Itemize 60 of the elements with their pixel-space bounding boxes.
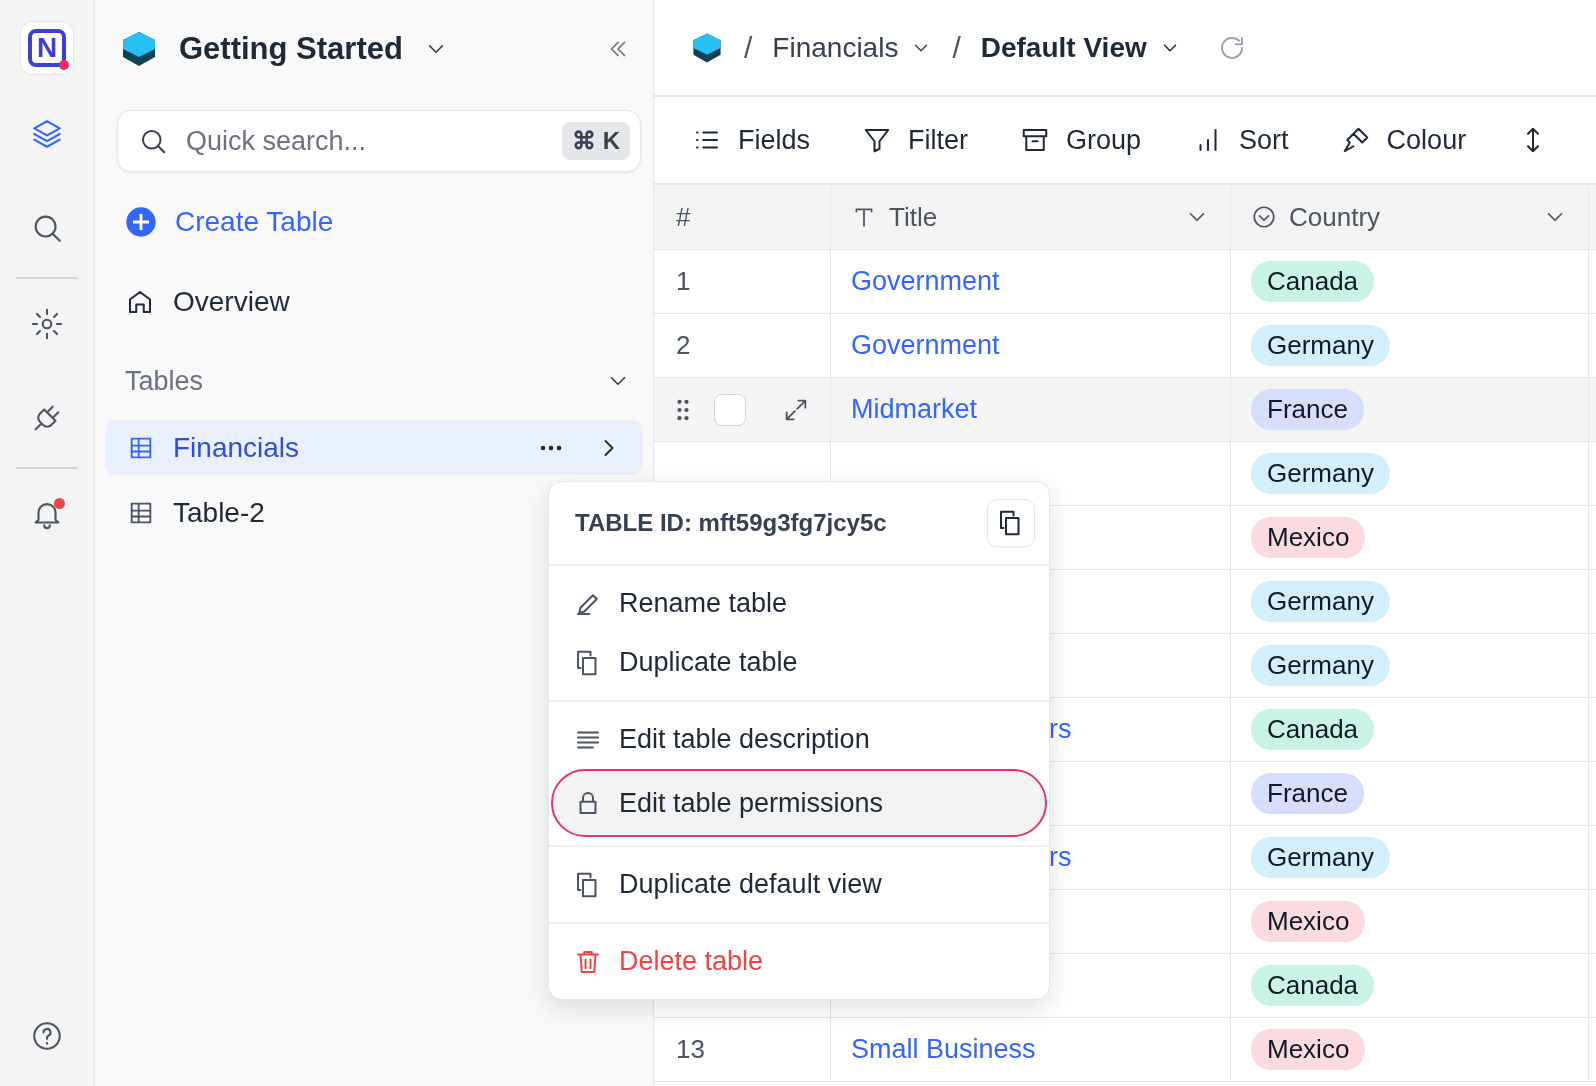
country-tag: France (1251, 389, 1364, 430)
country-tag: Mexico (1251, 901, 1366, 942)
title-link[interactable]: rs (1049, 714, 1072, 745)
menu-item[interactable]: Delete table (553, 932, 1045, 991)
toolbar-button[interactable]: Colour (1340, 124, 1467, 156)
hovered-row[interactable]: Midmarket France (654, 378, 1596, 442)
column-title: Country (1289, 201, 1381, 233)
column-header[interactable]: Title (831, 185, 1231, 249)
breadcrumb-item[interactable]: Default View (980, 31, 1181, 64)
row-number: 13 (676, 1034, 705, 1065)
menu-item[interactable]: Rename table (553, 574, 1045, 633)
country-tag: Canada (1251, 965, 1375, 1006)
app-logo[interactable]: N (21, 22, 73, 74)
search-field[interactable]: Quick search... ⌘ K (117, 110, 641, 172)
table-id: TABLE ID: mft59g3fg7jcy5c (575, 509, 887, 537)
table-item[interactable]: Financials (105, 420, 643, 475)
country-tag: Germany (1251, 325, 1390, 366)
country-tag: Canada (1251, 709, 1375, 750)
country-tag: Mexico (1251, 517, 1366, 558)
country-tag: Mexico (1251, 1029, 1366, 1070)
country-tag: Germany (1251, 645, 1390, 686)
title-link[interactable]: Small Business (851, 1034, 1036, 1065)
row-checkbox[interactable] (714, 393, 746, 426)
toolbar-button[interactable]: Filter (862, 124, 969, 156)
toolbar-button[interactable]: Group (1020, 124, 1142, 156)
breadcrumb-separator: / (952, 30, 961, 65)
breadcrumb-item[interactable]: Financials (772, 31, 933, 64)
title-link[interactable]: Government (851, 266, 1000, 297)
country-tag: Germany (1251, 581, 1390, 622)
workspace-title[interactable]: Getting Started (179, 31, 403, 67)
menu-item[interactable]: Duplicate default view (553, 855, 1045, 914)
overview-link[interactable]: Overview (105, 262, 643, 342)
menu-item[interactable]: Edit table description (553, 710, 1045, 769)
search-input[interactable]: Quick search... (184, 120, 546, 162)
breadcrumb-separator: / (744, 30, 753, 65)
copy-button[interactable] (987, 499, 1035, 547)
column-header[interactable]: # (654, 185, 831, 249)
country-tag: Germany (1251, 837, 1390, 878)
menu-item[interactable]: Duplicate table (553, 633, 1045, 692)
plus-icon (125, 206, 157, 238)
row-number: 2 (676, 330, 691, 361)
title-link[interactable]: Midmarket (851, 394, 978, 425)
column-title: # (676, 201, 691, 233)
shortcut-hint: ⌘ K (562, 122, 630, 160)
country-tag: Canada (1251, 261, 1375, 302)
more-icon[interactable] (539, 443, 563, 452)
section-label: Tables (125, 365, 204, 397)
create-table-button[interactable]: Create Table (105, 182, 643, 262)
circle-chevron-icon (1251, 204, 1277, 230)
menu-item[interactable]: Edit table permissions (553, 771, 1045, 835)
column-title: Title (889, 201, 938, 233)
country-tag: France (1251, 773, 1364, 814)
toolbar-button[interactable]: Sort (1193, 124, 1289, 156)
drag-handle-icon[interactable] (676, 397, 690, 422)
column-header[interactable]: Country (1231, 185, 1589, 249)
country-tag: Germany (1251, 453, 1390, 494)
row-number: 1 (676, 266, 691, 297)
toolbar-button[interactable]: Fields (692, 124, 811, 156)
title-link[interactable]: rs (1049, 842, 1072, 873)
title-link[interactable]: Government (851, 330, 1000, 361)
